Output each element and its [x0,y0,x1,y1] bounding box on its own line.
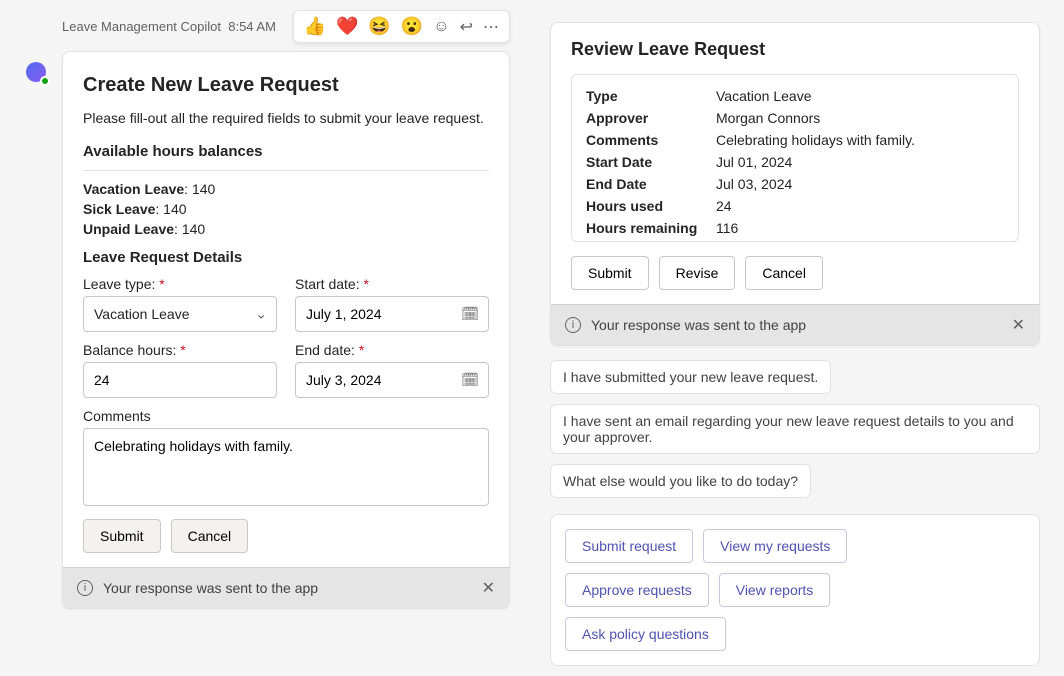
end-date-input[interactable] [295,362,489,398]
start-date-input[interactable] [295,296,489,332]
details-label: Leave Request Details [83,249,489,266]
close-icon[interactable]: ✕ [482,578,495,598]
action-submit-request[interactable]: Submit request [565,529,693,563]
balances-list: Vacation Leave: 140 Sick Leave: 140 Unpa… [83,181,489,237]
info-icon: i [77,580,93,596]
balance-hours-label: Balance hours: * [83,342,277,358]
review-submit-button[interactable]: Submit [571,256,649,290]
bot-message: I have sent an email regarding your new … [550,404,1040,454]
start-date-label: Start date: * [295,276,489,292]
review-details: TypeVacation Leave ApproverMorgan Connor… [571,74,1019,242]
info-icon: i [565,317,581,333]
cancel-button[interactable]: Cancel [171,519,249,553]
action-view-my-requests[interactable]: View my requests [703,529,847,563]
comments-label: Comments [83,408,489,424]
reaction-surprised[interactable]: 😮 [401,16,423,37]
bot-message: I have submitted your new leave request. [550,360,831,394]
review-toast: i Your response was sent to the app ✕ [551,304,1039,345]
review-revise-button[interactable]: Revise [659,256,736,290]
create-leave-card: Create New Leave Request Please fill-out… [62,51,510,609]
more-icon[interactable]: ⋯ [483,17,499,37]
submit-button[interactable]: Submit [83,519,161,553]
action-view-reports[interactable]: View reports [719,573,831,607]
balance-hours-input[interactable] [83,362,277,398]
bot-name: Leave Management Copilot [62,19,221,34]
reaction-laugh[interactable]: 😆 [368,16,390,37]
review-title: Review Leave Request [571,39,1019,60]
bot-message: What else would you like to do today? [550,464,811,498]
comments-textarea[interactable] [83,428,489,506]
review-leave-card: Review Leave Request TypeVacation Leave … [550,22,1040,346]
toast-text: Your response was sent to the app [103,580,318,596]
response-sent-toast: i Your response was sent to the app ✕ [63,567,509,608]
balances-label: Available hours balances [83,143,489,160]
end-date-label: End date: * [295,342,489,358]
leave-type-label: Leave type: * [83,276,277,292]
reply-icon[interactable]: ↩ [460,17,473,37]
close-icon[interactable]: ✕ [1012,315,1025,335]
suggested-actions: Submit request View my requests Approve … [550,514,1040,666]
card-intro: Please fill-out all the required fields … [83,109,489,129]
review-cancel-button[interactable]: Cancel [745,256,823,290]
add-reaction-icon[interactable]: ☺ [433,18,449,36]
leave-type-select[interactable]: Vacation Leave [83,296,277,332]
bot-timestamp: 8:54 AM [228,19,276,34]
reactions-bar: 👍 ❤️ 😆 😮 ☺ ↩ ⋯ [293,10,510,43]
reaction-heart[interactable]: ❤️ [336,16,358,37]
bot-meta: Leave Management Copilot 8:54 AM [62,19,276,34]
card-title: Create New Leave Request [83,74,489,97]
presence-icon [40,76,50,86]
action-approve-requests[interactable]: Approve requests [565,573,709,607]
action-ask-policy-questions[interactable]: Ask policy questions [565,617,726,651]
toast-text: Your response was sent to the app [591,317,806,333]
reaction-thumbs-up[interactable]: 👍 [304,16,326,37]
